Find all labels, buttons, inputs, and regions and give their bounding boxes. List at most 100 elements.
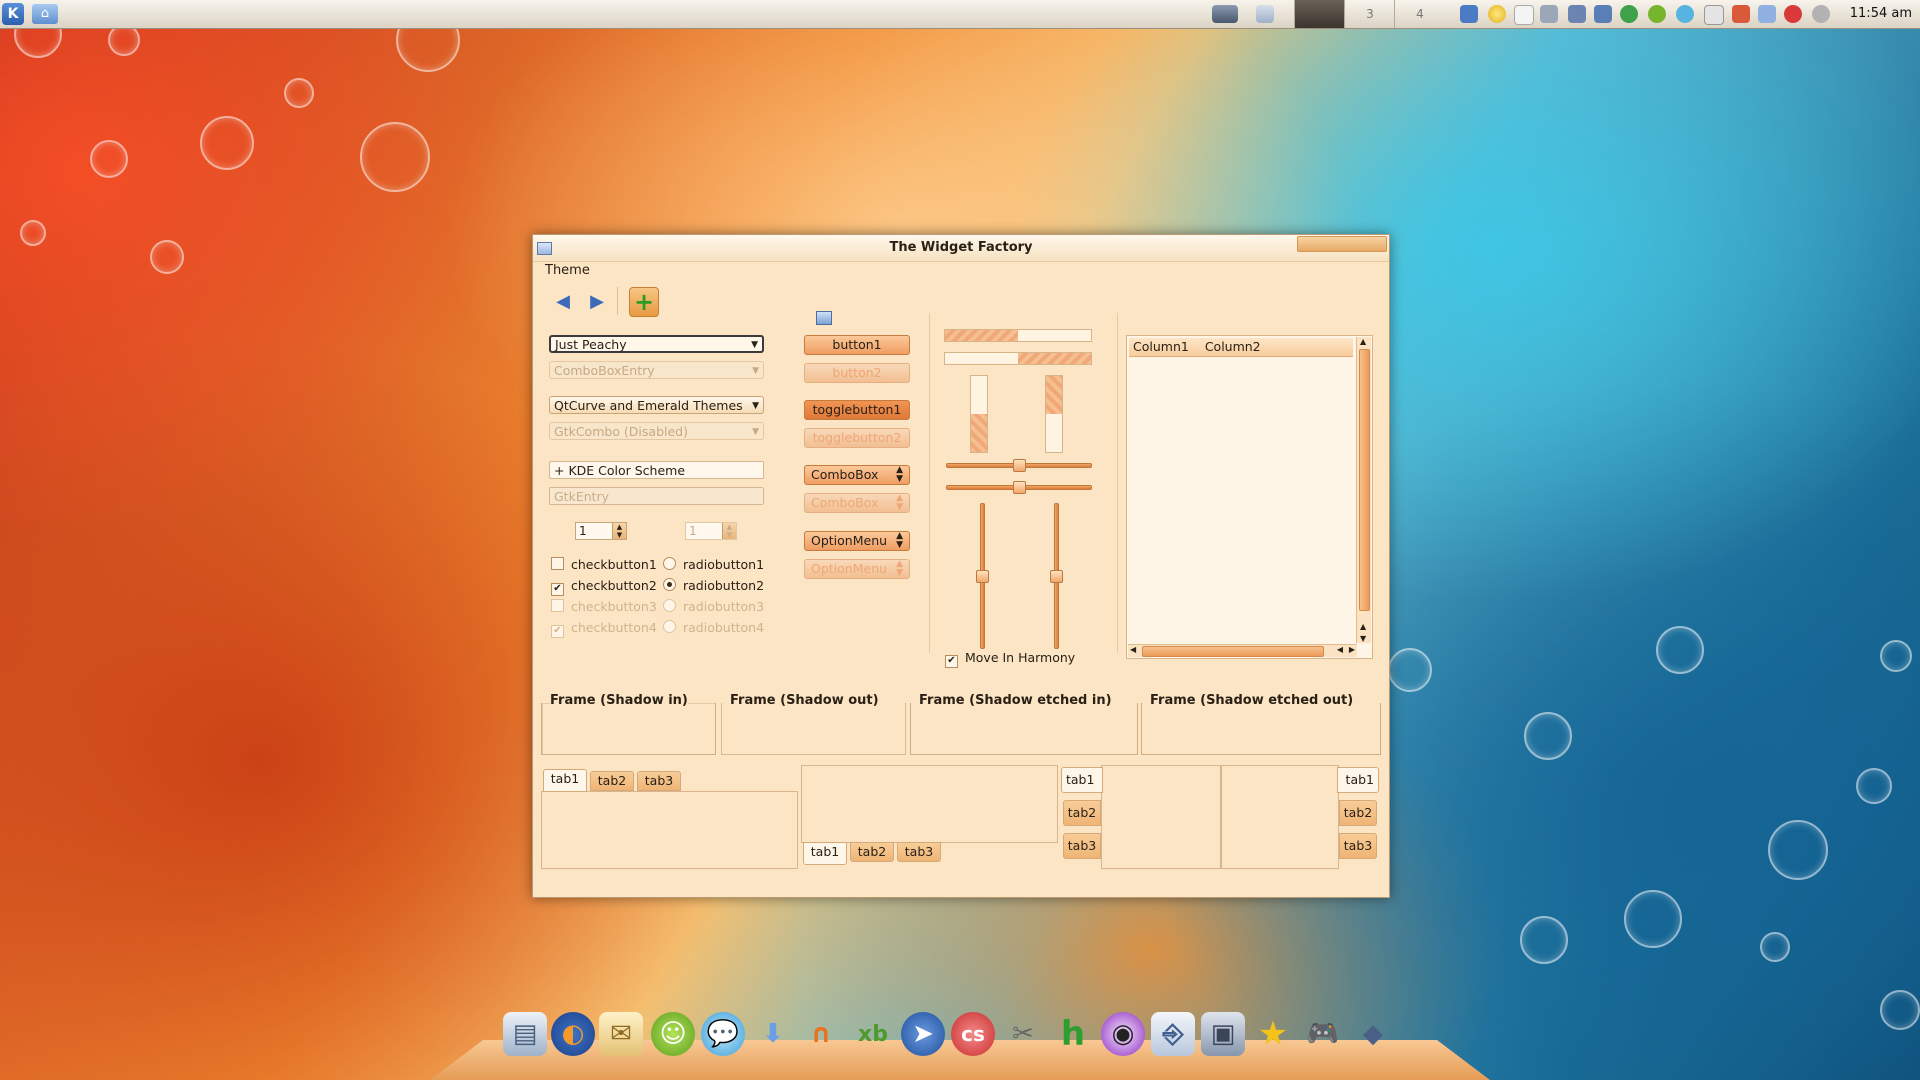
- scroll-up-icon[interactable]: ▲: [1360, 622, 1366, 631]
- spin-button-1[interactable]: 1 ▲ ▼: [575, 522, 627, 540]
- notebook-right-tab1[interactable]: tab1: [1337, 767, 1379, 793]
- radiobutton1[interactable]: radiobutton1: [663, 557, 764, 573]
- notebook-bottom-tab2[interactable]: tab2: [850, 842, 894, 862]
- display-icon[interactable]: [1212, 5, 1238, 23]
- shark-icon[interactable]: ➤: [901, 1012, 945, 1056]
- gamepad-icon[interactable]: 🎮: [1301, 1012, 1345, 1056]
- radiobutton3: radiobutton3: [663, 599, 764, 615]
- clock[interactable]: 11:54 am: [1850, 0, 1912, 28]
- notebook-right-tab3[interactable]: tab3: [1339, 833, 1377, 859]
- printer-icon[interactable]: [1594, 5, 1612, 23]
- notebook-left-tab1[interactable]: tab1: [1061, 767, 1103, 793]
- title-bar[interactable]: The Widget Factory: [533, 235, 1389, 262]
- pidgin-icon[interactable]: ☺: [651, 1012, 695, 1056]
- home-icon[interactable]: ⌂: [32, 4, 58, 24]
- combo-entry-just-peachy[interactable]: Just Peachy ▼: [549, 335, 764, 353]
- vscale-1[interactable]: [974, 503, 990, 649]
- menu-theme[interactable]: Theme: [545, 263, 590, 278]
- firefox-icon[interactable]: ◐: [551, 1012, 595, 1056]
- weather-icon[interactable]: [1488, 5, 1506, 23]
- help-icon[interactable]: [1676, 5, 1694, 23]
- eye-icon[interactable]: ◉: [1101, 1012, 1145, 1056]
- terminal-icon[interactable]: ⎆: [1151, 1012, 1195, 1056]
- togglebutton1[interactable]: togglebutton1: [804, 400, 910, 420]
- star-icon[interactable]: ★: [1251, 1012, 1295, 1056]
- installer-icon[interactable]: ▣: [1201, 1012, 1245, 1056]
- keyboard-layout-icon[interactable]: [1568, 5, 1586, 23]
- radiobutton2[interactable]: radiobutton2: [663, 578, 764, 594]
- scale-knob[interactable]: [1050, 569, 1063, 583]
- mail-icon[interactable]: ✉: [599, 1012, 643, 1056]
- forward-arrow-icon[interactable]: ▶: [583, 287, 611, 315]
- move-in-harmony-check[interactable]: ✔ Move In Harmony: [945, 650, 1075, 668]
- optionmenu-1[interactable]: OptionMenu ▲ ▼: [804, 531, 910, 551]
- sync-icon[interactable]: [1620, 5, 1638, 23]
- button2-disabled: button2: [804, 363, 910, 383]
- scroll-right-icon[interactable]: ▶: [1349, 645, 1355, 654]
- tree-view[interactable]: Column1 Column2 ▲ ▲ ▼ ◀ ◀ ▶: [1126, 335, 1373, 659]
- kde-menu-icon[interactable]: K: [2, 3, 24, 25]
- scrollbar-thumb[interactable]: [1359, 349, 1370, 611]
- pager-desktop-1[interactable]: [1294, 0, 1345, 28]
- media-icon[interactable]: ✂: [1001, 1012, 1045, 1056]
- chat-icon[interactable]: 💬: [701, 1012, 745, 1056]
- notebook-top-tab3[interactable]: tab3: [637, 771, 681, 791]
- notebook-bottom-tab3[interactable]: tab3: [897, 842, 941, 862]
- vertical-scrollbar[interactable]: ▲ ▲ ▼: [1356, 337, 1371, 643]
- clipboard-icon[interactable]: [1514, 5, 1534, 25]
- scale-knob[interactable]: [1012, 459, 1026, 472]
- notebook-bottom-tab1[interactable]: tab1: [803, 842, 847, 865]
- theme-combo[interactable]: QtCurve and Emerald Themes ▼: [549, 396, 764, 414]
- file-manager-icon[interactable]: ▤: [503, 1012, 547, 1056]
- window-list-icon[interactable]: [1256, 5, 1274, 23]
- scroll-left-icon[interactable]: ◀: [1130, 645, 1136, 654]
- back-arrow-icon[interactable]: ◀: [549, 287, 577, 315]
- spin-arrows-icon[interactable]: ▲ ▼: [612, 523, 626, 539]
- radio-off-icon: [663, 557, 676, 570]
- column1-header[interactable]: Column1: [1133, 339, 1189, 354]
- radiobutton4: radiobutton4: [663, 620, 764, 636]
- download-tray-icon[interactable]: [1758, 5, 1776, 23]
- h-icon[interactable]: h: [1051, 1012, 1095, 1056]
- notebook-left-tab2[interactable]: tab2: [1063, 800, 1101, 826]
- mail-tray-icon[interactable]: [1704, 5, 1724, 25]
- diamond-icon[interactable]: ◆: [1351, 1012, 1395, 1056]
- column2-header[interactable]: Column2: [1205, 339, 1261, 354]
- window-buttons[interactable]: [1297, 236, 1387, 252]
- add-icon[interactable]: +: [629, 287, 659, 317]
- updown-arrow-icon: ▲ ▼: [896, 465, 903, 484]
- radio-on-icon: [663, 620, 676, 633]
- vscale-2[interactable]: [1048, 503, 1064, 649]
- lastfm-icon[interactable]: cs: [951, 1012, 995, 1056]
- kde-color-scheme-entry[interactable]: + KDE Color Scheme: [549, 461, 764, 479]
- scroll-left-icon[interactable]: ◀: [1337, 645, 1343, 654]
- checkbutton1[interactable]: checkbutton1: [551, 557, 657, 573]
- pager-desktop-4[interactable]: 4: [1394, 0, 1445, 28]
- scroll-up-icon[interactable]: ▲: [1360, 337, 1366, 346]
- notebook-top-tab2[interactable]: tab2: [590, 771, 634, 791]
- checkbutton2[interactable]: ✔ checkbutton2: [551, 578, 657, 596]
- hscale-2[interactable]: [946, 479, 1092, 495]
- magnet-icon[interactable]: ∩: [799, 1012, 843, 1056]
- pidgin-tray-icon[interactable]: [1648, 5, 1666, 23]
- volume-icon[interactable]: [1540, 5, 1558, 23]
- chevron-down-icon: ▼: [752, 366, 759, 376]
- notebook-top-tab1[interactable]: tab1: [543, 769, 587, 792]
- horizontal-scrollbar[interactable]: ◀ ◀ ▶: [1128, 644, 1357, 657]
- hscale-1[interactable]: [946, 457, 1092, 473]
- download-icon[interactable]: ⬇: [751, 1012, 795, 1056]
- button1[interactable]: button1: [804, 335, 910, 355]
- scrollbar-thumb[interactable]: [1142, 646, 1324, 657]
- notebook-right-tab2[interactable]: tab2: [1339, 800, 1377, 826]
- scale-knob[interactable]: [976, 569, 989, 583]
- scroll-down-icon[interactable]: ▼: [1360, 634, 1366, 643]
- scale-knob[interactable]: [1012, 481, 1026, 494]
- updates-icon[interactable]: [1732, 5, 1750, 23]
- network-icon[interactable]: [1460, 5, 1478, 23]
- xbmc-icon[interactable]: xb: [851, 1012, 895, 1056]
- combobox-1[interactable]: ComboBox ▲ ▼: [804, 465, 910, 485]
- notebook-left-tab3[interactable]: tab3: [1063, 833, 1101, 859]
- pager-desktop-3[interactable]: 3: [1344, 0, 1395, 28]
- power-icon[interactable]: [1784, 5, 1802, 23]
- info-icon[interactable]: [1812, 5, 1830, 23]
